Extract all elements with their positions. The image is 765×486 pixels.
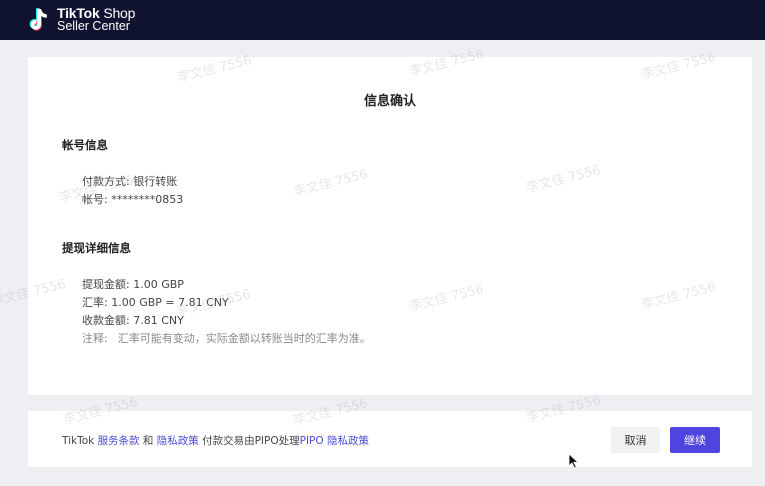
exchange-rate-value: 汇率: 1.00 GBP = 7.81 CNY: [82, 296, 229, 309]
account-number-value: 帐号: ********0853: [82, 193, 184, 206]
logo-text: TikTok Shop Seller Center: [57, 6, 135, 33]
tiktok-logo-icon: [28, 6, 52, 34]
terms-of-service-link[interactable]: 服务条款: [98, 435, 140, 447]
logo-line2: Seller Center: [57, 19, 130, 33]
top-navigation-bar: TikTok Shop Seller Center: [0, 0, 765, 40]
continue-button[interactable]: 继续: [670, 427, 720, 453]
footer-middle: 付款交易由PIPO处理: [198, 435, 300, 447]
withdraw-amount-value: 提现金额: 1.00 GBP: [82, 278, 184, 291]
confirmation-card: 信息确认 帐号信息 付款方式: 银行转账 帐号: ********0853 提现…: [28, 57, 752, 395]
mouse-cursor-icon: [568, 453, 580, 469]
footer-and: 和: [139, 435, 157, 447]
page-title: 信息确认: [363, 94, 416, 109]
privacy-policy-link[interactable]: 隐私政策: [157, 435, 199, 447]
payment-method-value: 付款方式: 银行转账: [82, 175, 178, 188]
received-amount-value: 收款金额: 7.81 CNY: [82, 314, 184, 327]
note-text: 汇率可能有变动，实际金额以转账当时的汇率为准。: [117, 332, 371, 345]
note-label: 注释:: [82, 332, 108, 345]
withdraw-section-title: 提现详细信息: [62, 241, 131, 255]
pipo-privacy-policy-link[interactable]: PIPO 隐私政策: [300, 435, 369, 447]
footer-prefix: TikTok: [62, 435, 98, 447]
footer-bar: TikTok 服务条款 和 隐私政策 付款交易由PIPO处理PIPO 隐私政策 …: [28, 411, 752, 467]
tiktok-shop-logo[interactable]: TikTok Shop Seller Center: [28, 3, 135, 37]
account-section-title: 帐号信息: [62, 138, 108, 152]
footer-legal-text: TikTok 服务条款 和 隐私政策 付款交易由PIPO处理PIPO 隐私政策: [62, 433, 369, 448]
cancel-button[interactable]: 取消: [611, 427, 660, 453]
exchange-rate-note: 注释: 汇率可能有变动，实际金额以转账当时的汇率为准。: [82, 330, 371, 346]
